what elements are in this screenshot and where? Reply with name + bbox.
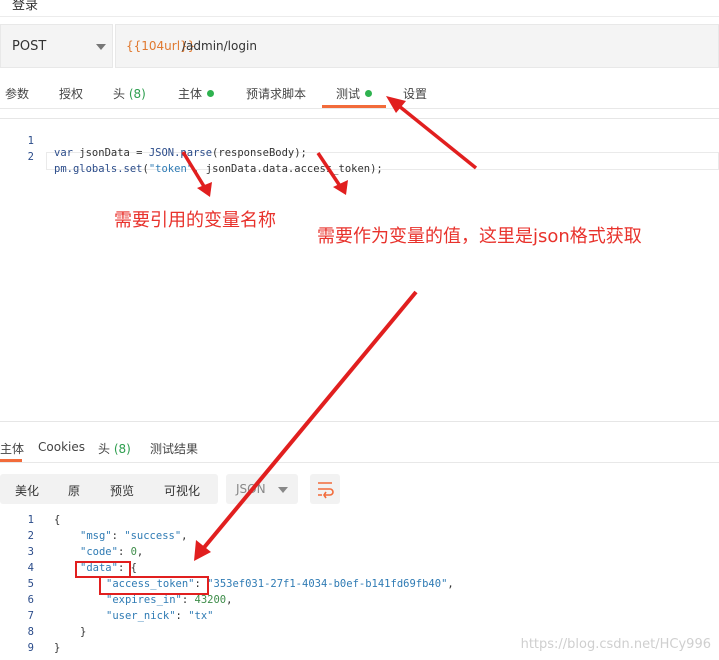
arrow-to-response-data xyxy=(200,290,418,552)
arrow-to-access-token xyxy=(316,152,342,187)
arrow-to-token-string xyxy=(181,151,207,189)
arrowhead-access-token xyxy=(333,180,348,195)
arrow-to-tests-tab xyxy=(392,100,478,170)
watermark: https://blog.csdn.net/HCy996 xyxy=(520,637,711,652)
annotation-arrows xyxy=(181,96,478,561)
